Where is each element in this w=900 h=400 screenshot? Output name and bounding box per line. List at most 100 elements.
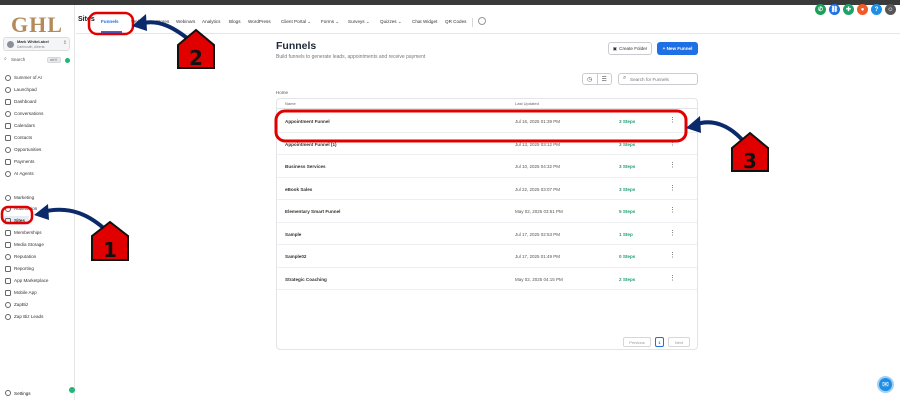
account-name: Mark WhiteLabel [17,39,49,44]
sidebar-item-launchpad[interactable]: Launchpad [5,85,37,94]
help-icon[interactable]: ? [871,4,882,15]
step-marker-3: 3 [731,131,769,173]
marketing-icon [5,194,11,201]
tab-qr-codes[interactable]: QR Codes [445,19,466,24]
tab-websites[interactable]: Websites [131,19,150,24]
sidebar-item-sites[interactable]: Sites [3,216,29,225]
sidebar-item-settings[interactable]: Settings [5,390,31,396]
next-page-button[interactable]: Next [668,337,690,347]
funnel-name[interactable]: Business Services [285,164,326,169]
sidebar-search[interactable]: ⌕ Search ctrl K [3,55,63,66]
star-icon [5,253,11,260]
new-funnel-button[interactable]: + New Funnel [657,42,698,55]
more-options-icon[interactable]: ⋮ [669,251,676,259]
funnel-name[interactable]: Appointment Funnel [285,119,330,124]
sidebar-item-reporting[interactable]: Reporting [5,264,34,273]
sidebar-item-calendars[interactable]: Calendars [5,121,35,130]
sidebar-item-automation[interactable]: Automation [5,204,37,213]
sidebar-item-zapbiz[interactable]: ZapBiz [5,300,28,309]
tab-quizzes[interactable]: Quizzes ⌄ [380,19,402,25]
chat-widget-icon[interactable]: ✉ [877,376,894,393]
funnel-name[interactable]: Elementary Smart Funnel [285,209,340,214]
sidebar-item-label: Contacts [14,135,33,140]
phone-icon[interactable]: ✆ [815,4,826,15]
clock-icon[interactable]: ◷ [583,74,597,84]
tab-wordpress[interactable]: WordPress [248,19,271,24]
sidebar-item-zap-biz-leads[interactable]: Zap Biz Leads [5,312,43,321]
table-row[interactable]: Strategic Coaching May 02, 2025 04:15 PM 2… [277,268,697,290]
bell-icon[interactable]: ● [857,4,868,15]
sidebar-item-conversations[interactable]: Conversations [5,109,43,118]
tab-analytics[interactable]: Analytics [202,19,220,24]
previous-page-button[interactable]: Previous [623,337,651,347]
search-icon: ⌕ [623,75,627,81]
more-options-icon[interactable]: ⋮ [669,206,676,214]
column-header-last-updated[interactable]: Last Updated [515,101,539,106]
sidebar-item-label: Dashboard [14,99,37,104]
sidebar-item-mobile-app[interactable]: Mobile App [5,288,37,297]
funnel-search-input[interactable] [630,75,696,84]
contacts-icon [5,134,11,141]
funnel-name[interactable]: Sample [285,232,301,237]
table-row[interactable]: Sample02 Jul 17, 2025 01:49 PM 0 Steps ⋮ [277,245,697,268]
sidebar-item-marketing[interactable]: Marketing [5,193,34,202]
more-options-icon[interactable]: ⋮ [669,184,676,192]
sidebar-item-ai-agents[interactable]: AI Agents [5,169,34,178]
list-view-icon[interactable]: ☰ [596,74,612,84]
tab-funnels[interactable]: Funnels [101,19,119,24]
link-icon[interactable]: ⛓ [829,4,840,15]
settings-gear-icon[interactable] [478,17,486,25]
sidebar-item-app-marketplace[interactable]: App Marketplace [5,276,48,285]
sidebar-item-label: Mobile App [14,290,37,295]
page-title: Funnels [276,40,317,52]
sidebar-item-media-storage[interactable]: Media Storage [5,240,44,249]
sidebar-item-label: Summer of AI [14,75,42,80]
tab-stores[interactable]: Stores [156,19,169,24]
table-row[interactable]: Appointment Funnel Jul 16, 2025 01:39 PM 3… [277,110,697,133]
tab-surveys[interactable]: Surveys ⌄ [348,19,370,25]
more-options-icon[interactable]: ⋮ [669,274,676,282]
tab-blogs[interactable]: Blogs [229,19,241,24]
tab-forms[interactable]: Forms ⌄ [321,19,339,25]
sidebar-item-label: Sites [14,218,25,223]
funnel-name[interactable]: Sample02 [285,254,306,259]
more-options-icon[interactable]: ⋮ [669,161,676,169]
table-row[interactable]: eBook Sales Jul 22, 2025 03:07 PM 3 Steps ⋮ [277,178,697,200]
sidebar-item-payments[interactable]: Payments [5,157,34,166]
opportunities-icon [5,146,11,153]
table-row[interactable]: Elementary Smart Funnel May 02, 2025 03:5… [277,200,697,223]
table-row[interactable]: Sample Jul 17, 2025 02:53 PM 1 Step ⋮ [277,223,697,245]
sidebar-item-dashboard[interactable]: Dashboard [5,97,36,106]
tab-chat-widget[interactable]: Chat Widget [412,19,437,24]
page-subtitle: Build funnels to generate leads, appoint… [276,54,426,60]
sidebar-item-memberships[interactable]: Memberships [5,228,42,237]
section-title: Sites [78,16,95,23]
sidebar-item-label: Settings [14,390,31,396]
column-header-name[interactable]: Name [285,101,296,106]
sidebar-item-reputation[interactable]: Reputation [5,252,36,261]
tab-webinars[interactable]: Webinars [176,19,195,24]
sidebar-item-contacts[interactable]: Contacts [5,133,32,142]
funnel-name[interactable]: Strategic Coaching [285,277,327,282]
profile-avatar-icon[interactable]: ☺ [885,4,896,15]
more-options-icon[interactable]: ⋮ [669,139,676,147]
create-folder-button[interactable]: ▣ Create Folder [608,42,652,55]
breadcrumb[interactable]: Home [276,90,288,95]
megaphone-icon[interactable]: ✚ [843,4,854,15]
tab-divider [472,18,473,27]
sidebar-item-summer-of-ai[interactable]: Summer of AI [5,73,42,82]
table-row[interactable]: Appointment Funnel (1) Jul 13, 2025 03:12… [277,133,697,155]
steps-count: 1 Step [619,231,633,237]
media-icon [5,241,11,248]
page-number-button[interactable]: 1 [655,337,664,347]
funnel-name[interactable]: Appointment Funnel (1) [285,142,337,147]
last-updated: May 02, 2025 03:51 PM [515,209,563,214]
tab-client-portal[interactable]: Client Portal ⌄ [281,19,311,25]
more-options-icon[interactable]: ⋮ [669,116,676,124]
sidebar-item-opportunities[interactable]: Opportunities [5,145,41,154]
account-switcher[interactable]: Mark WhiteLabel Dartmouth, Alberta ⇕ [3,37,70,51]
rocket-icon [5,86,11,93]
table-row[interactable]: Business Services Jul 10, 2025 04:32 PM 3 … [277,155,697,178]
more-options-icon[interactable]: ⋮ [669,229,676,237]
funnel-name[interactable]: eBook Sales [285,187,312,192]
